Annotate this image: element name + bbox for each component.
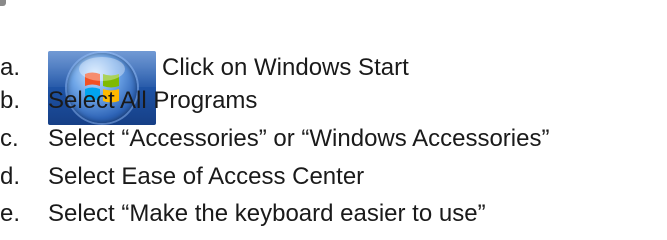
step-letter: d. — [0, 163, 21, 190]
list-item: c. Select “Accessories” or “Windows Acce… — [0, 120, 667, 158]
step-text: Select Ease of Access Center — [48, 163, 365, 190]
list-item: b. Select All Programs — [0, 82, 667, 120]
step-letter: c. — [0, 125, 19, 152]
orb-gloss — [79, 57, 125, 81]
list-item: d. Select Ease of Access Center — [0, 158, 667, 196]
cropped-text-fragment — [0, 0, 6, 6]
step-letter: e. — [0, 200, 21, 227]
step-text: Select All Programs — [48, 87, 258, 114]
step-letter: b. — [0, 87, 21, 114]
step-text: Select “Accessories” or “Windows Accesso… — [48, 125, 550, 152]
step-text: Select “Make the keyboard easier to use” — [48, 200, 486, 227]
list-item: e. Select “Make the keyboard easier to u… — [0, 195, 667, 233]
